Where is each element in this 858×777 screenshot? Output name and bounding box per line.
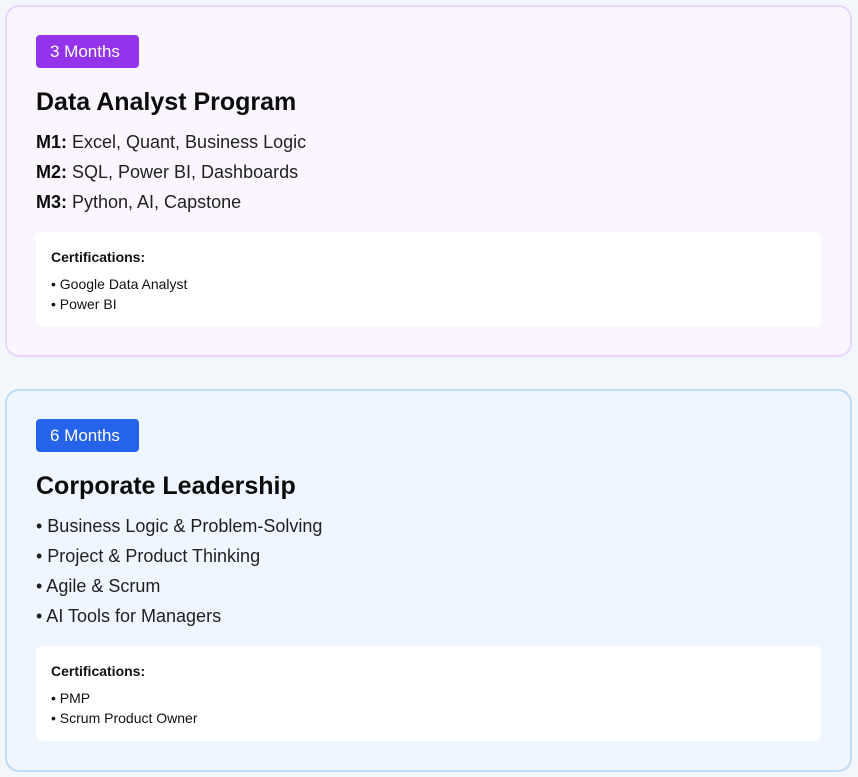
program-card-data-analyst: 3 Months Data Analyst Program M1: Excel,…: [5, 5, 852, 357]
topic-item: • AI Tools for Managers: [36, 606, 222, 626]
program-card-corporate-leadership: 6 Months Corporate Leadership • Business…: [5, 389, 852, 772]
module-item: M3: Python, AI, Capstone: [36, 187, 306, 217]
duration-badge: 6 Months: [36, 419, 139, 452]
program-title: Data Analyst Program: [36, 88, 297, 116]
certification-item: • Power BI: [51, 296, 117, 312]
certifications-title: Certifications:: [51, 663, 146, 679]
module-list: M1: Excel, Quant, Business Logic M2: SQL…: [36, 127, 306, 217]
certifications-box: Certifications: • Google Data Analyst • …: [36, 232, 821, 327]
certification-item: • Google Data Analyst: [51, 276, 188, 292]
topic-item: • Agile & Scrum: [36, 576, 161, 596]
module-key: M2:: [36, 162, 67, 182]
certifications-box: Certifications: • PMP • Scrum Product Ow…: [36, 646, 821, 741]
duration-badge: 3 Months: [36, 35, 139, 68]
module-key: M1:: [36, 132, 67, 152]
certifications-list: • PMP • Scrum Product Owner: [51, 688, 806, 728]
topic-list: • Business Logic & Problem-Solving • Pro…: [36, 511, 322, 631]
module-text: SQL, Power BI, Dashboards: [67, 162, 299, 182]
certifications-list: • Google Data Analyst • Power BI: [51, 274, 806, 314]
page: 3 Months Data Analyst Program M1: Excel,…: [0, 0, 858, 777]
certifications-title: Certifications:: [51, 249, 146, 265]
certification-item: • Scrum Product Owner: [51, 710, 198, 726]
topic-item: • Business Logic & Problem-Solving: [36, 516, 323, 536]
module-item: M2: SQL, Power BI, Dashboards: [36, 157, 306, 187]
module-text: Python, AI, Capstone: [67, 192, 242, 212]
topic-item: • Project & Product Thinking: [36, 546, 261, 566]
program-title: Corporate Leadership: [36, 472, 296, 500]
module-key: M3:: [36, 192, 67, 212]
module-text: Excel, Quant, Business Logic: [67, 132, 307, 152]
module-item: M1: Excel, Quant, Business Logic: [36, 127, 306, 157]
certification-item: • PMP: [51, 690, 91, 706]
